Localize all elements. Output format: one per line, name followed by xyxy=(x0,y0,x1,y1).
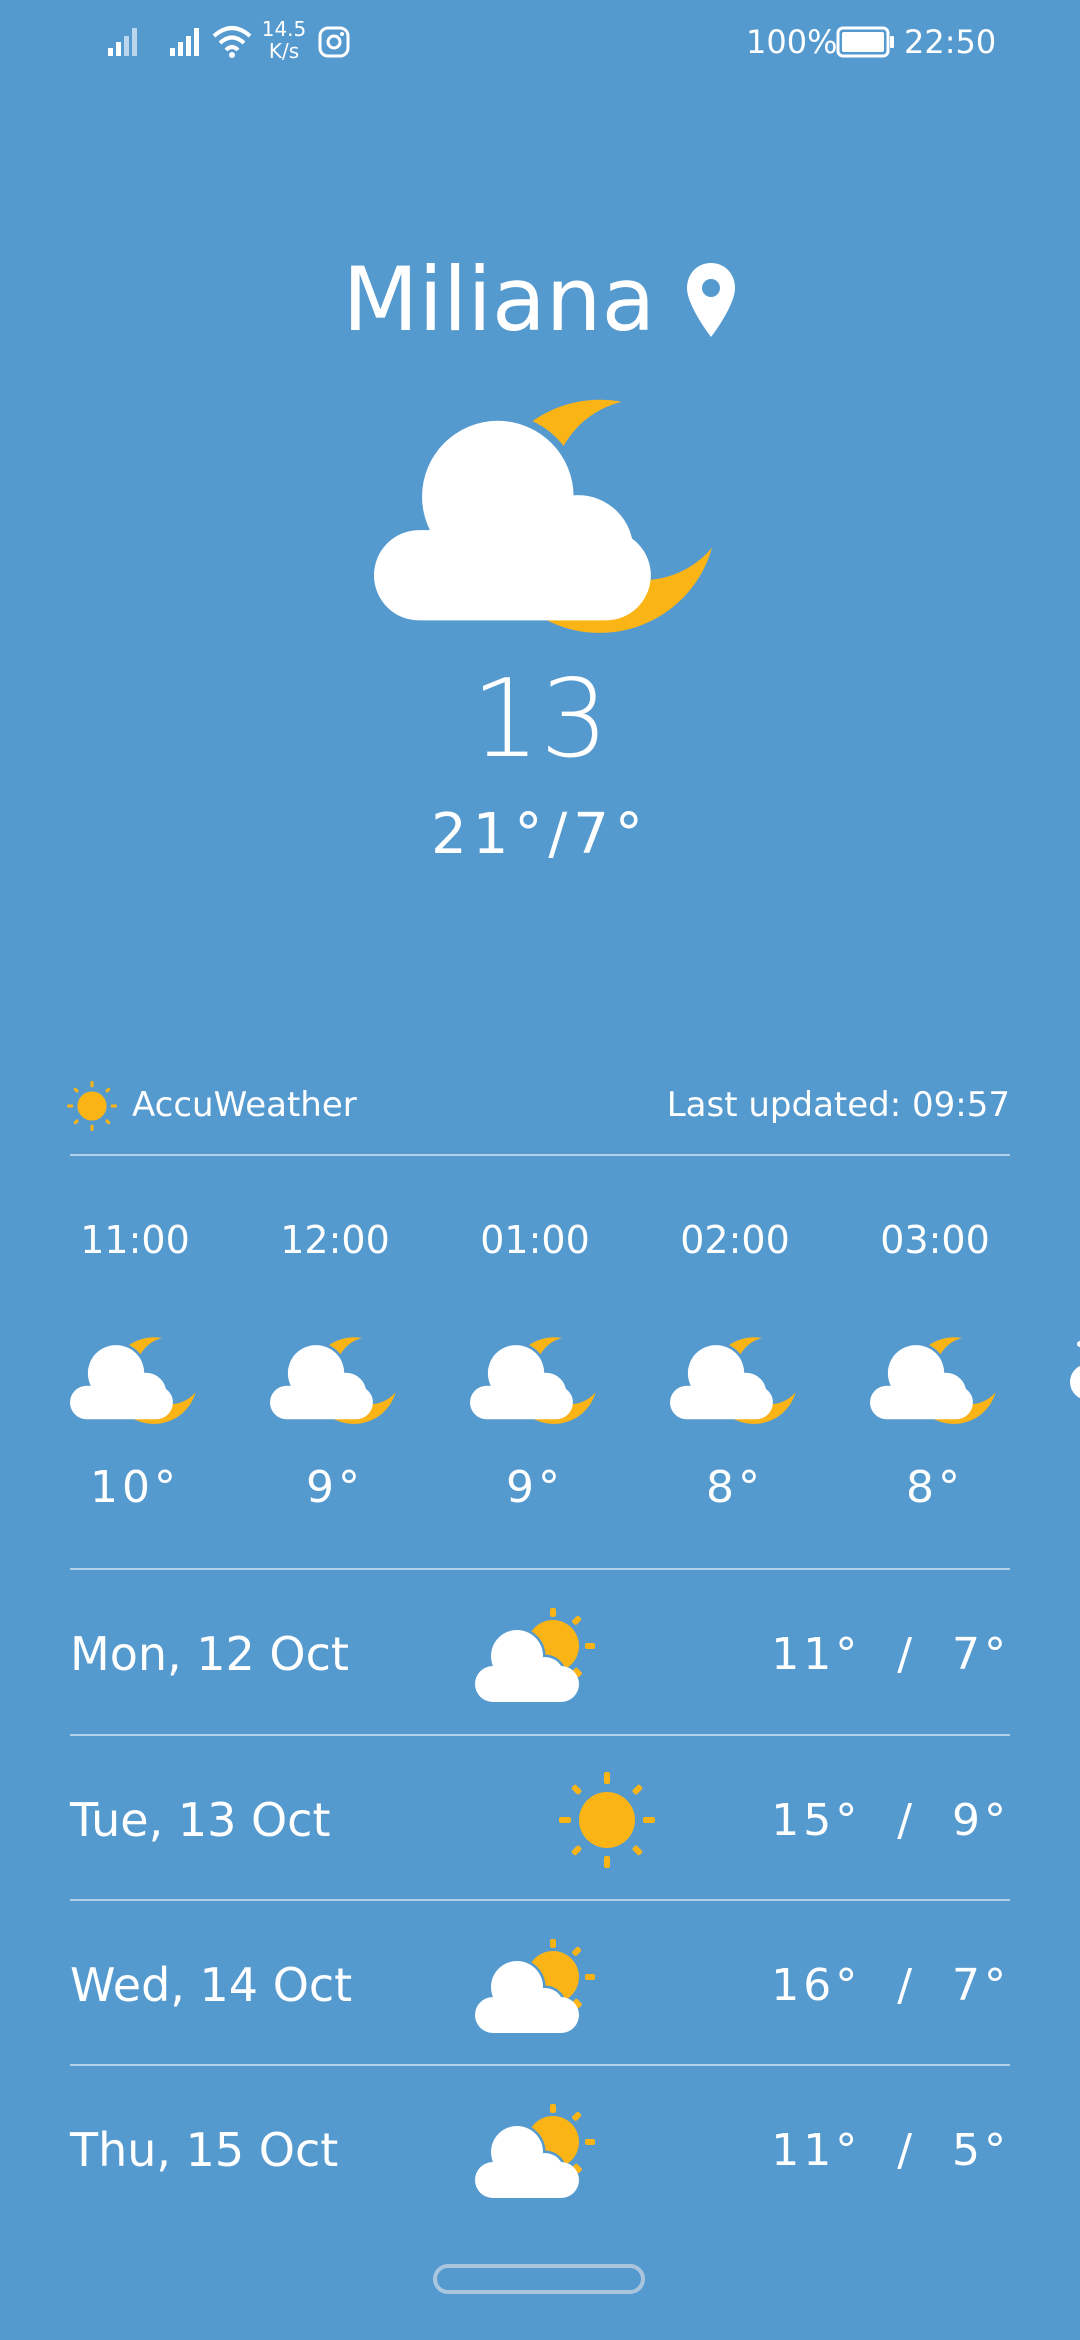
cloud-sun-icon xyxy=(475,1925,600,2050)
daily-temperatures: 15° / 9° xyxy=(771,1795,1010,1846)
wifi-icon xyxy=(212,26,252,58)
instagram-icon xyxy=(318,26,350,58)
divider xyxy=(70,1899,1010,1901)
cloud-moon-icon xyxy=(470,1330,600,1430)
today-temperature-range: 21°/7° xyxy=(431,802,649,867)
cloud-icon xyxy=(1070,1341,1080,1399)
hourly-temperature: 9° xyxy=(306,1462,364,1513)
daily-row[interactable]: Wed, 14 Oct 16° / 7° xyxy=(70,1903,1010,2068)
battery-percent: 100% xyxy=(746,23,838,61)
divider xyxy=(70,2064,1010,2066)
hourly-temperature: 9° xyxy=(506,1462,564,1513)
home-gesture-bar[interactable] xyxy=(433,2264,645,2294)
hourly-temperature: 8° xyxy=(906,1462,964,1513)
network-speed: 14.5 K/s xyxy=(254,18,314,62)
daily-row[interactable]: Mon, 12 Oct 11° / 7° xyxy=(70,1572,1010,1737)
clock-time: 22:50 xyxy=(904,23,997,61)
cloud-moon-icon xyxy=(368,380,718,635)
cloud-sun-icon xyxy=(475,2090,600,2215)
signal-icon xyxy=(170,28,199,56)
network-speed-value: 14.5 xyxy=(261,17,307,41)
status-bar: 14.5 K/s 100% 22:50 xyxy=(0,0,1080,84)
daily-temperatures: 11° / 5° xyxy=(771,2125,1010,2176)
signal-icon xyxy=(108,28,137,56)
daily-temperatures: 11° / 7° xyxy=(771,1629,1010,1680)
current-temperature: 13 xyxy=(471,657,609,782)
hourly-item: 03:00 8° xyxy=(865,1210,1005,1518)
location-pin-icon xyxy=(687,263,736,337)
daily-temperatures: 16° / 7° xyxy=(771,1960,1010,2011)
hourly-temperature: 8° xyxy=(706,1462,764,1513)
cloud-sun-icon xyxy=(475,1594,600,1719)
cloud-moon-icon xyxy=(270,1330,400,1430)
divider xyxy=(70,1568,1010,1570)
divider xyxy=(70,1734,1010,1736)
network-speed-unit: K/s xyxy=(268,39,300,63)
cloud-moon-icon xyxy=(870,1330,1000,1430)
sun-icon xyxy=(67,1081,117,1131)
hourly-item: 02:00 8° xyxy=(665,1210,805,1518)
last-updated: Last updated: 09:57 xyxy=(666,1085,1010,1125)
hourly-time: 03:00 xyxy=(880,1218,990,1262)
hourly-time: 11:00 xyxy=(80,1218,190,1262)
provider-row[interactable]: AccuWeather Last updated: 09:57 xyxy=(67,1080,1010,1131)
battery-icon xyxy=(836,26,894,58)
hourly-time: 12:00 xyxy=(280,1218,390,1262)
daily-date: Wed, 14 Oct xyxy=(70,1958,353,2012)
daily-date: Mon, 12 Oct xyxy=(70,1627,349,1681)
daily-row[interactable]: Thu, 15 Oct 11° / 5° xyxy=(70,2068,1010,2233)
hourly-item: 01:00 9° xyxy=(465,1210,605,1518)
divider xyxy=(70,1154,1010,1156)
hourly-time: 02:00 xyxy=(680,1218,790,1262)
city-name: Miliana xyxy=(342,248,656,351)
cloud-moon-icon xyxy=(670,1330,800,1430)
sun-icon xyxy=(559,1772,655,1868)
hourly-item: 11:00 10° xyxy=(65,1210,205,1518)
location-header[interactable]: Miliana xyxy=(0,245,1080,355)
provider-name: AccuWeather xyxy=(132,1085,357,1125)
daily-date: Tue, 13 Oct xyxy=(70,1793,331,1847)
daily-row[interactable]: Tue, 13 Oct 15° / 9° xyxy=(70,1738,1010,1903)
hourly-time: 01:00 xyxy=(480,1218,590,1262)
daily-date: Thu, 15 Oct xyxy=(70,2123,339,2177)
hourly-item: 12:00 9° xyxy=(265,1210,405,1518)
cloud-moon-icon xyxy=(70,1330,200,1430)
hourly-temperature: 10° xyxy=(90,1462,180,1513)
